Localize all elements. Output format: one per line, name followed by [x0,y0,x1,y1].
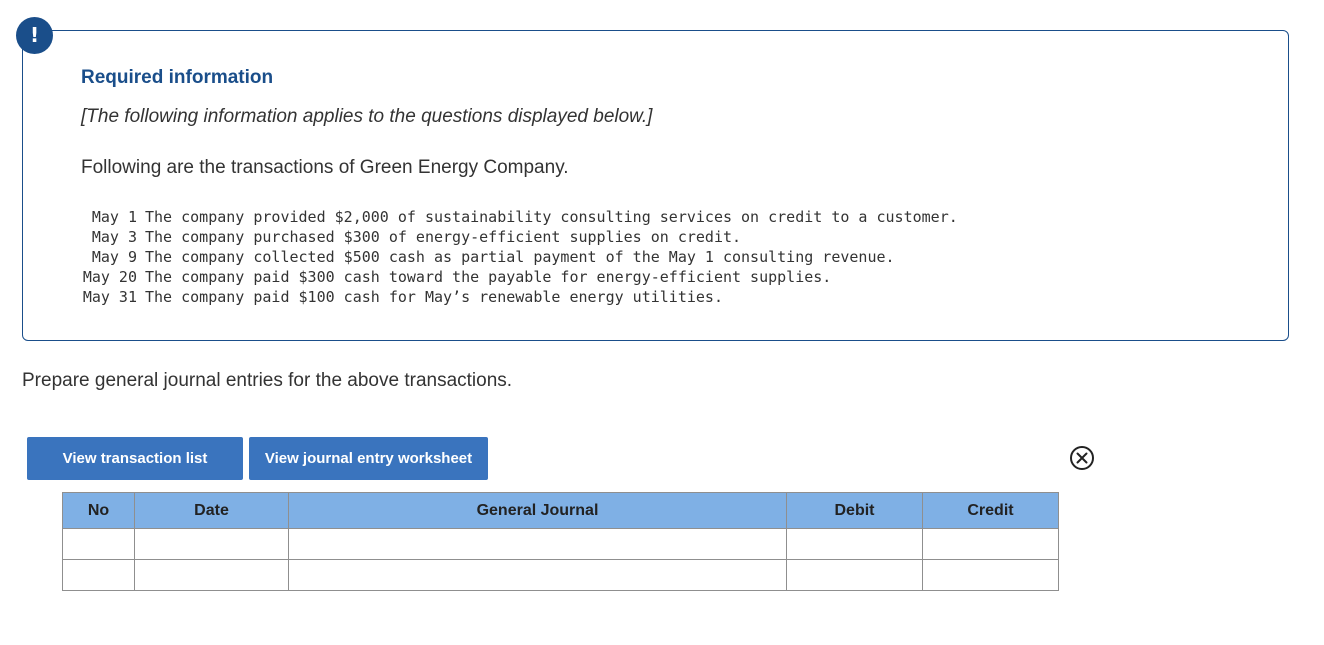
view-journal-entry-worksheet-button[interactable]: View journal entry worksheet [249,437,488,480]
info-note: [The following information applies to th… [81,106,653,127]
transaction-date: May 20 [82,268,137,286]
cell-no [62,528,135,560]
transaction-item: May 3 The company purchased $300 of energ… [79,227,958,247]
view-transaction-list-button[interactable]: View transaction list [27,437,243,480]
exclamation-icon: ! [16,17,53,54]
close-circle-icon[interactable] [1069,445,1095,471]
info-title: Required information [81,67,274,88]
cell-general-journal [288,528,787,560]
column-header-date: Date [134,492,289,529]
required-information-panel: Required information [The following info… [22,30,1289,341]
transaction-text: The company paid $100 cash for May’s ren… [145,288,723,306]
transaction-text: The company paid $300 cash toward the pa… [145,268,832,286]
column-header-no: No [62,492,135,529]
transaction-item: May 20 The company paid $300 cash toward … [79,267,958,287]
info-lead: Following are the transactions of Green … [81,157,569,178]
transaction-item: May 1 The company provided $2,000 of sust… [79,207,958,227]
table-header-row: No Date General Journal Debit Credit [62,492,1059,529]
cell-debit [786,528,923,560]
transaction-date: May 31 [82,288,137,306]
cell-debit [786,559,923,591]
cell-date [134,528,289,560]
transaction-text: The company collected $500 cash as parti… [145,248,895,266]
transaction-date: May 1 [91,208,137,226]
transaction-date: May 9 [91,248,137,266]
cell-general-journal [288,559,787,591]
cell-no [62,559,135,591]
cell-credit [922,559,1059,591]
transaction-text: The company provided $2,000 of sustainab… [145,208,958,226]
transaction-text: The company purchased $300 of energy-eff… [145,228,742,246]
transaction-list: May 1 The company provided $2,000 of sust… [79,207,958,307]
column-header-general-journal: General Journal [288,492,787,529]
cell-credit [922,528,1059,560]
general-journal-table: No Date General Journal Debit Credit [62,492,1059,591]
transaction-item: May 9 The company collected $500 cash as … [79,247,958,267]
column-header-debit: Debit [786,492,923,529]
question-prompt: Prepare general journal entries for the … [22,370,513,391]
table-row [62,559,1059,591]
transaction-date: May 3 [91,228,137,246]
transaction-item: May 31 The company paid $100 cash for May… [79,287,958,307]
table-row [62,528,1059,560]
cell-date [134,559,289,591]
column-header-credit: Credit [922,492,1059,529]
